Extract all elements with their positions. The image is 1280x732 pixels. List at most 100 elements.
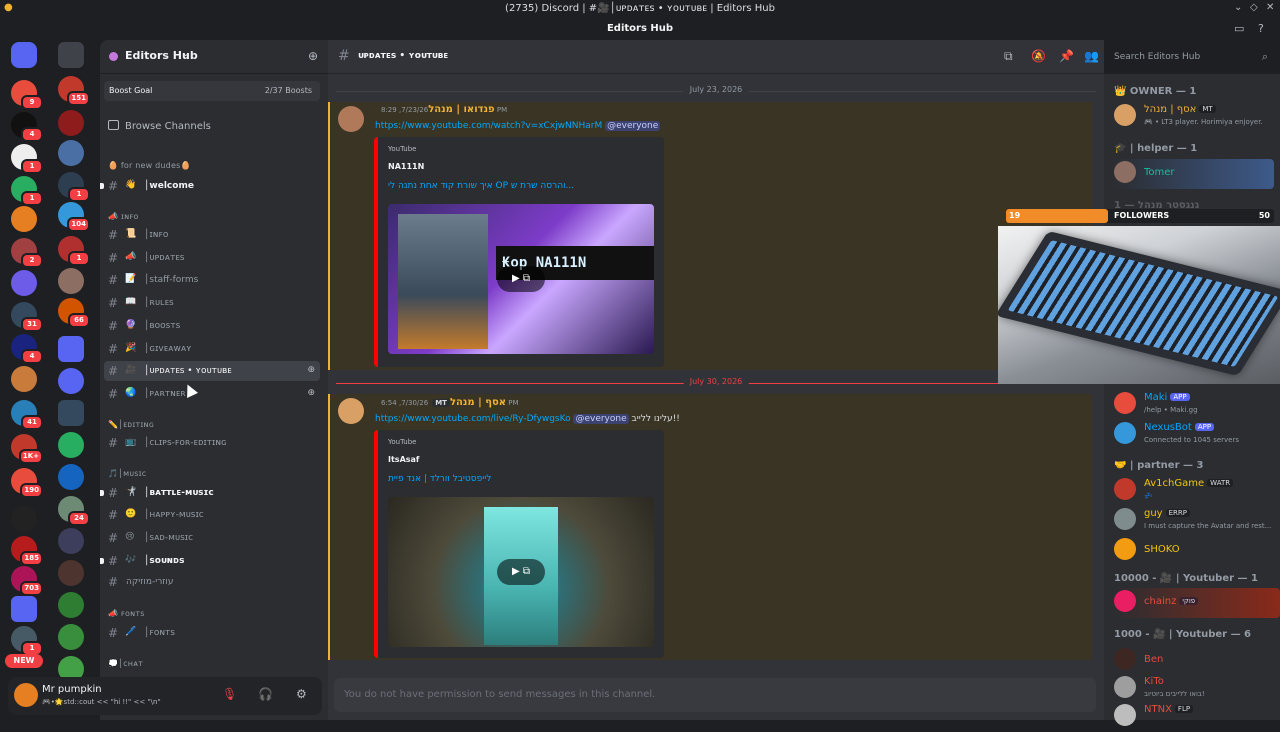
invite-people-icon[interactable]: ⊕: [308, 49, 318, 63]
server-icon[interactable]: 66: [58, 298, 90, 328]
boost-goal-bar[interactable]: Boost Goal 2/37 Boosts: [104, 81, 320, 101]
channel-giveaway[interactable]: # 🎉 │ɢɪᴠᴇᴀᴡᴀʏ: [104, 339, 320, 359]
play-icon[interactable]: ▶ ⧉: [497, 559, 545, 585]
channel-staff-forms[interactable]: # 📝 │staff-forms: [104, 270, 320, 290]
embed-title[interactable]: לייפסטיבל וורלד | אנד פיית: [388, 474, 491, 484]
server-icon[interactable]: [58, 140, 84, 166]
server-icon[interactable]: 1: [11, 176, 43, 206]
server-icon[interactable]: 31: [11, 302, 43, 332]
server-icon[interactable]: [58, 528, 84, 554]
channel-updates[interactable]: # 📣 │ᴜᴘᴅᴀᴛᴇs: [104, 248, 320, 268]
channel-partner[interactable]: # 🌏 │ᴘᴀʀᴛɴᴇʀ ⊕: [104, 384, 320, 404]
channel-sounds[interactable]: # 🎶 │sᴏᴜɴᴅs: [100, 551, 320, 571]
server-folder[interactable]: [58, 42, 84, 68]
server-icon[interactable]: 4: [11, 334, 43, 364]
channel-rules[interactable]: # 📖 │ʀᴜʟᴇs: [104, 293, 320, 313]
server-icon[interactable]: [11, 206, 37, 232]
video-thumbnail[interactable]: ▶ ⧉: [388, 497, 654, 647]
member-youtuber[interactable]: NTNX FLP: [1114, 702, 1274, 732]
message-composer[interactable]: You do not have permission to send messa…: [334, 678, 1096, 712]
channel-updates-youtube[interactable]: # 🎥 │ᴜᴘᴅᴀᴛᴇs • ʏᴏᴜᴛᴜʙᴇ ⊕: [104, 361, 320, 381]
category-chat[interactable]: 💭│ᴄʜᴀᴛ: [108, 659, 143, 668]
embed-provider[interactable]: YouTube: [388, 438, 416, 446]
server-icon[interactable]: [58, 624, 84, 650]
server-icon[interactable]: [58, 592, 84, 618]
channel-happy-music[interactable]: # 🙂 │ʜᴀᴘᴘʏ-ᴍᴜsɪᴄ: [104, 505, 320, 525]
channel-sad-music[interactable]: # 😢 │sᴀᴅ-ᴍᴜsɪᴄ: [104, 528, 320, 548]
create-invite-icon[interactable]: ⊕: [307, 388, 315, 398]
server-icon[interactable]: 151: [58, 76, 90, 106]
embed-author[interactable]: NA111N: [388, 162, 424, 171]
member-helper[interactable]: Tomer: [1114, 159, 1274, 189]
member-list-icon[interactable]: 👥: [1084, 49, 1099, 63]
channel-music-helper[interactable]: # עוזרי-מוזיקה: [104, 572, 320, 592]
server-icon[interactable]: [58, 400, 84, 426]
member-youtuber[interactable]: chainz פוקי: [1114, 588, 1280, 618]
create-invite-icon[interactable]: ⊕: [307, 365, 315, 375]
channel-fonts[interactable]: # 🖊️ │ꜰᴏɴᴛs: [104, 623, 320, 643]
member-youtuber[interactable]: Ben: [1114, 646, 1274, 676]
server-icon[interactable]: [11, 506, 37, 532]
category-new-dudes[interactable]: 🥚 for new dudes🥚: [108, 161, 191, 170]
help-icon[interactable]: ?: [1258, 22, 1264, 35]
search-input[interactable]: Search Editors Hub ⌕: [1108, 46, 1274, 68]
server-icon[interactable]: [11, 270, 37, 296]
server-icon[interactable]: [58, 268, 84, 294]
server-icon[interactable]: [58, 432, 84, 458]
server-icon[interactable]: [58, 464, 84, 490]
notification-bell-icon[interactable]: 🔕: [1031, 49, 1046, 63]
threads-icon[interactable]: ⧉: [1004, 49, 1013, 64]
settings-gear-icon[interactable]: ⚙: [296, 687, 307, 701]
category-info[interactable]: 📣 ɪɴꜰᴏ: [108, 212, 139, 221]
server-icon[interactable]: [58, 110, 84, 136]
maximize-icon[interactable]: ◇: [1250, 2, 1258, 13]
message-link[interactable]: https://www.youtube.com/watch?v=xCxjwNNH…: [375, 121, 602, 131]
server-icon[interactable]: 190: [11, 468, 43, 498]
inbox-icon[interactable]: ▭: [1234, 22, 1244, 35]
mute-icon[interactable]: 🎙: [222, 687, 237, 701]
discord-home-icon[interactable]: [11, 42, 37, 68]
message-link[interactable]: https://www.youtube.com/live/Ry-DfywgsKo: [375, 414, 571, 424]
server-icon[interactable]: 9: [11, 80, 43, 110]
server-icon[interactable]: 1: [58, 236, 90, 266]
embed-provider[interactable]: YouTube: [388, 145, 416, 153]
server-icon[interactable]: 1: [58, 172, 90, 202]
server-header[interactable]: Editors Hub ⌄ ⊕: [100, 40, 328, 74]
server-icon[interactable]: 1: [11, 626, 43, 656]
server-folder[interactable]: [58, 336, 84, 362]
member-maki[interactable]: Maki APP/help • Maki.gg: [1114, 390, 1274, 420]
close-icon[interactable]: ✕: [1266, 2, 1274, 13]
server-icon[interactable]: 185: [11, 536, 43, 566]
category-music[interactable]: 🎵│ᴍᴜsɪᴄ: [108, 469, 146, 478]
server-icon[interactable]: [11, 366, 37, 392]
member-partner[interactable]: Av1chGame WATR 💤: [1114, 476, 1274, 506]
channel-clips-for-editing[interactable]: # 📺 │ᴄʟɪᴘs-ꜰᴏʀ-ᴇᴅɪᴛɪɴɢ: [104, 433, 320, 453]
server-icon[interactable]: 703: [11, 566, 43, 596]
headphones-icon[interactable]: 🎧: [258, 687, 273, 701]
everyone-mention[interactable]: @everyone: [605, 121, 661, 131]
category-fonts[interactable]: 📣 ꜰᴏɴᴛs: [108, 609, 145, 618]
play-icon[interactable]: ▶ ⧉: [497, 266, 545, 292]
message-author[interactable]: פנדואו | מנהל7/23/26, 8:29 PM: [375, 104, 507, 115]
member-nexusbot[interactable]: NexusBot APP Connected to 1045 servers: [1114, 420, 1274, 450]
video-thumbnail[interactable]: ₭op NA111N ▶ ⧉: [388, 204, 654, 354]
channel-battle-music[interactable]: # 🤺 │ʙᴀᴛᴛʟᴇ-ᴍᴜsɪᴄ: [100, 483, 320, 503]
embed-title[interactable]: איך שורת קוד אחת נתנה לי OP והרסה שרת ש.…: [388, 181, 574, 191]
server-icon[interactable]: [58, 368, 84, 394]
avatar[interactable]: [14, 683, 38, 707]
server-icon[interactable]: 24: [58, 496, 90, 526]
server-icon[interactable]: 104: [58, 202, 90, 232]
category-editing[interactable]: ✏️│ᴇᴅɪᴛɪɴɢ: [108, 420, 154, 429]
server-icon[interactable]: 4: [11, 112, 43, 142]
everyone-mention[interactable]: @everyone: [573, 414, 629, 424]
browse-channels[interactable]: Browse Channels: [108, 120, 211, 132]
server-icon[interactable]: 1: [11, 144, 43, 174]
channel-welcome[interactable]: # 👋 │welcome: [100, 176, 320, 196]
server-icon[interactable]: 41: [11, 400, 43, 430]
member-partner[interactable]: SHOKO: [1114, 536, 1274, 566]
message-author[interactable]: אסף | מנהלMT7/30/26, 6:54 PM: [375, 397, 519, 408]
embed-author[interactable]: ItsAsaf: [388, 455, 419, 464]
avatar[interactable]: [338, 398, 364, 424]
server-icon[interactable]: 2: [11, 238, 43, 268]
channel-boosts[interactable]: # 🔮 │ʙᴏᴏsᴛs: [104, 316, 320, 336]
